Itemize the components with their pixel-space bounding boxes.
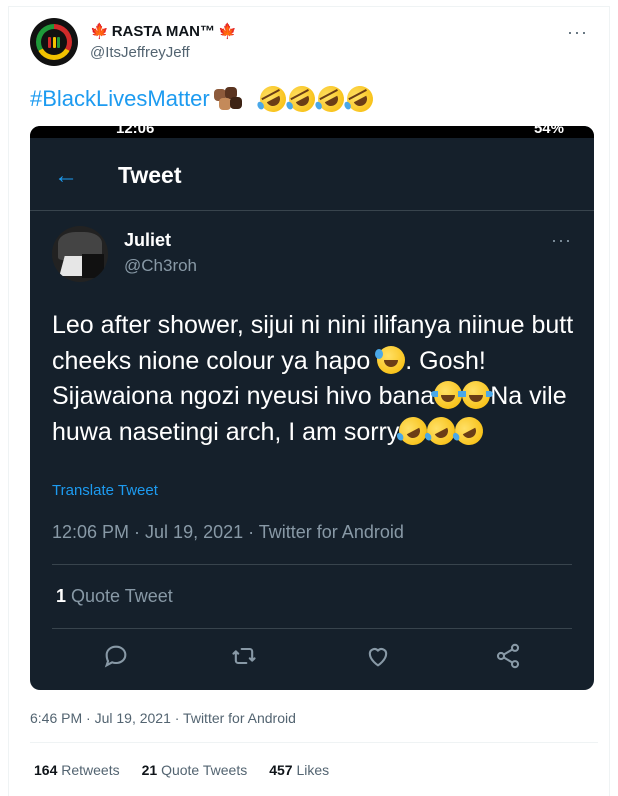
maple-leaf-icon: 🍁: [218, 23, 237, 40]
attached-screenshot[interactable]: 12:06 54% ← Tweet Juliet @Ch3roh ··· Leo…: [30, 126, 594, 690]
retweets-stat[interactable]: 164 Retweets: [34, 762, 120, 778]
quoted-timestamp: 12:06 PM · Jul 19, 2021 · Twitter for An…: [52, 522, 404, 542]
author-handle[interactable]: @ItsJeffreyJeff: [90, 44, 190, 61]
share-icon: [496, 643, 520, 669]
rofl-emoji-group: [255, 81, 378, 117]
engagement-stats: 164 Retweets 21 Quote Tweets 457 Likes: [34, 762, 329, 778]
status-battery: 54%: [533, 126, 564, 137]
joy-emoji-icon: [431, 381, 466, 409]
rofl-emoji-icon: [450, 411, 489, 450]
rofl-emoji-icon: [255, 81, 291, 117]
quoted-tweet-text: Leo after shower, sijui ni nini ilifanya…: [52, 308, 582, 450]
divider: [52, 564, 572, 565]
rofl-emoji-icon: [313, 81, 349, 117]
quote-tweets-stat[interactable]: 21 Quote Tweets: [142, 762, 248, 778]
rofl-emoji-icon: [342, 81, 378, 117]
divider: [52, 628, 572, 629]
back-arrow-icon[interactable]: ←: [54, 162, 78, 190]
quoted-avatar: [52, 226, 108, 282]
author-avatar[interactable]: [30, 18, 78, 66]
quoted-name: Juliet: [124, 230, 172, 250]
like-icon: [368, 648, 388, 667]
sweat-smile-emoji-icon: [375, 345, 406, 374]
raised-fists-icon: [213, 87, 244, 111]
status-time: 12:06: [116, 126, 155, 137]
likes-stat[interactable]: 457 Likes: [269, 762, 329, 778]
retweet-icon: [232, 647, 256, 665]
screen-title: Tweet: [118, 162, 182, 188]
translate-link: Translate Tweet: [52, 482, 158, 499]
divider: [30, 210, 594, 211]
quoted-action-bar: [30, 638, 594, 678]
post-timestamp[interactable]: 6:46 PM · Jul 19, 2021 · Twitter for And…: [30, 710, 296, 726]
quoted-quote-count: 1 Quote Tweet: [56, 586, 173, 606]
tweet-text: #BlackLivesMatter: [30, 81, 378, 117]
maple-leaf-icon: 🍁: [90, 23, 109, 40]
more-icon: ···: [551, 230, 572, 250]
reply-icon: [104, 645, 127, 668]
author-display-name[interactable]: 🍁 RASTA MAN™ 🍁: [90, 22, 237, 41]
quoted-handle: @Ch3roh: [124, 256, 198, 275]
hashtag-link[interactable]: #BlackLivesMatter: [30, 86, 210, 112]
more-icon[interactable]: ···: [567, 22, 588, 43]
joy-emoji-icon: [459, 381, 494, 409]
rofl-emoji-icon: [284, 81, 320, 117]
divider: [30, 742, 598, 743]
phone-status-bar: [30, 126, 594, 138]
